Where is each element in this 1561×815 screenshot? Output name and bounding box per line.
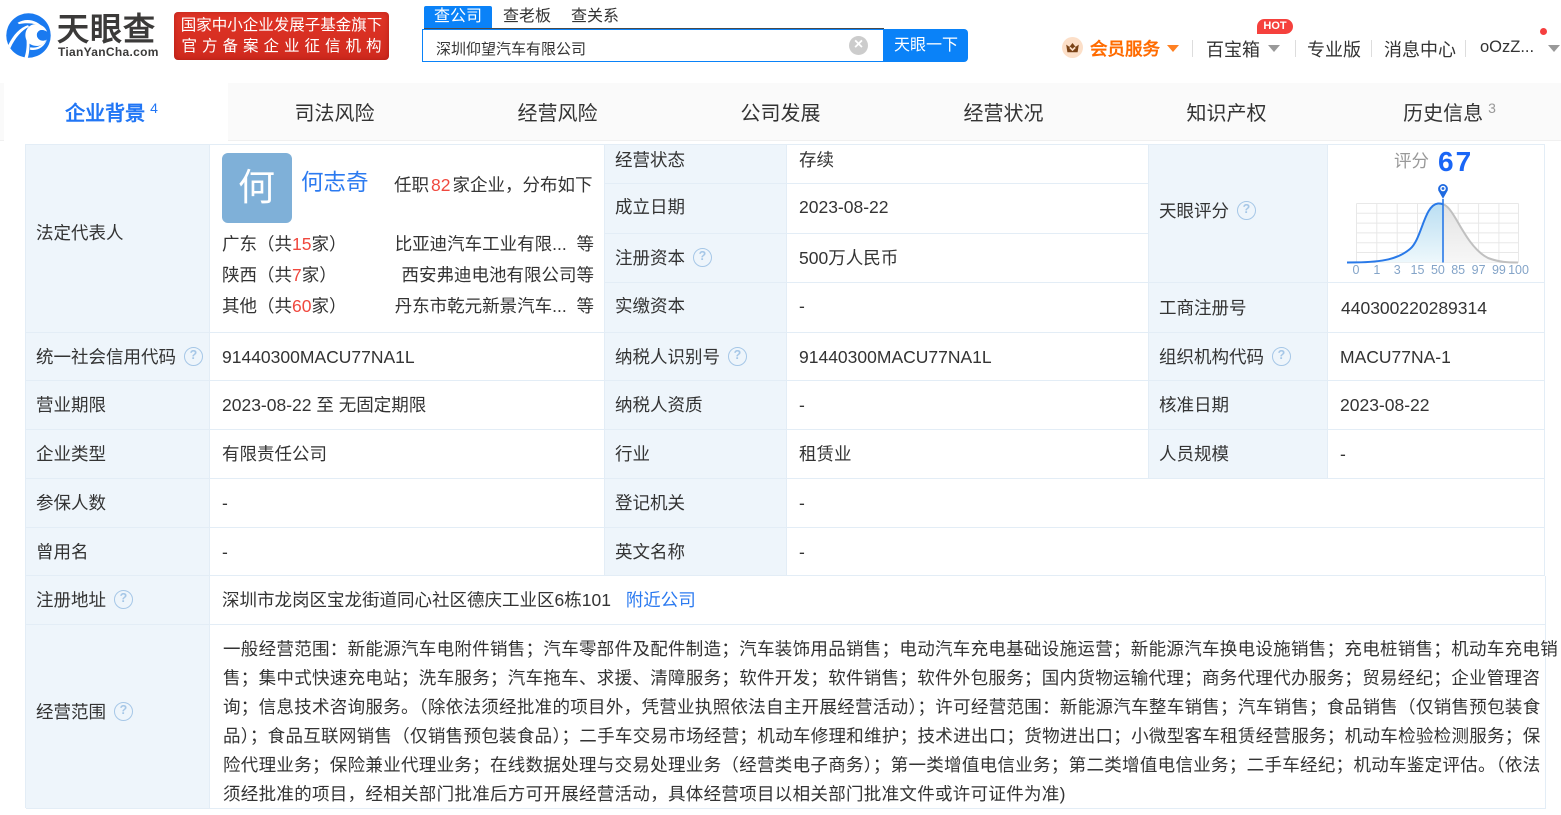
svg-text:50: 50 bbox=[1431, 263, 1445, 277]
svg-text:85: 85 bbox=[1451, 263, 1465, 277]
svg-text:0: 0 bbox=[1353, 263, 1360, 277]
svg-text:3: 3 bbox=[1394, 263, 1401, 277]
svg-text:97: 97 bbox=[1472, 263, 1486, 277]
svg-text:99: 99 bbox=[1492, 263, 1506, 277]
svg-text:100: 100 bbox=[1508, 263, 1529, 277]
svg-text:15: 15 bbox=[1411, 263, 1425, 277]
svg-text:1: 1 bbox=[1373, 263, 1380, 277]
